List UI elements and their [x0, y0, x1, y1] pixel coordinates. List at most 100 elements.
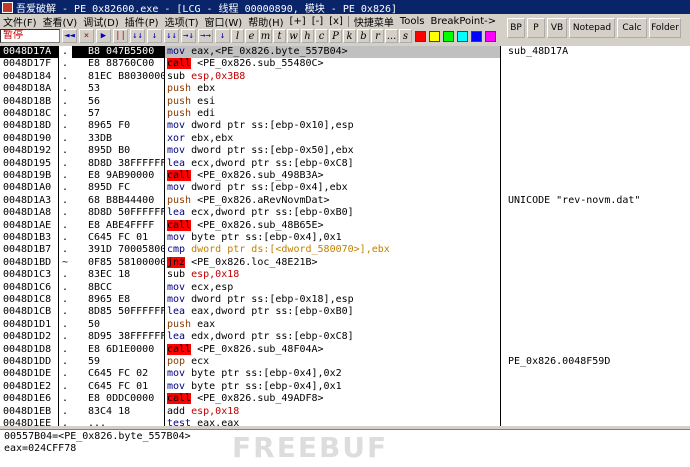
- references-window-button[interactable]: r: [371, 29, 384, 43]
- trace-over-icon[interactable]: →↓: [181, 29, 196, 43]
- trace-into-icon[interactable]: ↓↓: [164, 29, 179, 43]
- threads-window-button[interactable]: t: [273, 29, 286, 43]
- run-icon[interactable]: ▶: [96, 29, 111, 43]
- vb-button[interactable]: VB: [547, 18, 567, 38]
- instruction-mnemonic: mov: [167, 368, 186, 380]
- execute-till-return-icon[interactable]: →→: [198, 29, 213, 43]
- source-window-button[interactable]: s: [399, 29, 412, 43]
- color-green-square[interactable]: [443, 30, 454, 42]
- disasm-row[interactable]: 0048D195. 8D8D 38FFFFFF lea ecx,dword ptr …: [0, 158, 690, 170]
- disasm-row[interactable]: 0048D1B3. C645 FC 01 mov byte ptr ss:[ebp-…: [0, 232, 690, 244]
- disasm-row[interactable]: 0048D1EB. 83C4 18 add esp,0x18: [0, 406, 690, 418]
- disasm-row[interactable]: 0048D18A. 53 push ebx: [0, 83, 690, 95]
- mdi-restore-button[interactable]: [+]: [287, 16, 309, 27]
- patches-window-button[interactable]: P: [329, 29, 342, 43]
- mdi-close-button[interactable]: [x]: [326, 16, 346, 27]
- color-magenta-square[interactable]: [485, 30, 496, 42]
- disasm-row[interactable]: 0048D1E2. C645 FC 01 mov byte ptr ss:[ebp-…: [0, 381, 690, 393]
- instruction-operands: <PE_0x826.sub_48B65E>: [197, 219, 324, 231]
- disasm-row[interactable]: 0048D1E6. E8 0DDC0000 call <PE_0x826.sub_4…: [0, 393, 690, 405]
- instruction-operands: <PE_0x826.loc_48E21B>: [191, 256, 318, 268]
- disasm-row[interactable]: 0048D17A. B8 047B5500 mov eax,<PE_0x826.by…: [0, 46, 690, 59]
- call-stack-button[interactable]: k: [343, 29, 356, 43]
- disasm-row[interactable]: 0048D1A8. 8D8D 50FFFFFF lea ecx,dword ptr …: [0, 207, 690, 219]
- breakpoints-window-button[interactable]: b: [357, 29, 370, 43]
- instruction-address: 0048D1D1: [3, 318, 52, 330]
- windows-window-button[interactable]: w: [287, 29, 300, 43]
- instruction-bytes: 8D85 50FFFFFF: [88, 306, 164, 318]
- menu-tools[interactable]: Tools: [397, 16, 428, 27]
- modules-window-button[interactable]: e: [245, 29, 258, 43]
- color-blue-square[interactable]: [471, 30, 482, 42]
- instruction-address: 0048D184: [3, 70, 52, 82]
- disasm-row[interactable]: 0048D1A0. 895D FC mov dword ptr ss:[ebp-0x…: [0, 182, 690, 194]
- instruction-text: mov byte ptr ss:[ebp-0x4],0x1: [165, 232, 500, 244]
- disasm-row[interactable]: 0048D190. 33DB xor ebx,ebx: [0, 133, 690, 145]
- disasm-row[interactable]: 0048D1C6. 8BCC mov ecx,esp: [0, 282, 690, 294]
- calc-button[interactable]: Calc: [617, 18, 647, 38]
- menu-plugins[interactable]: 插件(P): [122, 14, 162, 29]
- instruction-comment: [502, 244, 690, 256]
- disasm-row[interactable]: 0048D1BD ~0F85 58100000 jnz <PE_0x826.loc_…: [0, 256, 690, 269]
- memory-window-button[interactable]: m: [259, 29, 272, 43]
- disasm-row[interactable]: 0048D1D8. E8 6D1E0000 call <PE_0x826.sub_4…: [0, 343, 690, 356]
- pause-icon[interactable]: ||: [113, 29, 128, 43]
- disasm-row[interactable]: 0048D1D2. 8D95 38FFFFFF lea edx,dword ptr …: [0, 331, 690, 343]
- jump-marker: .: [61, 232, 69, 243]
- disasm-row[interactable]: 0048D1EE.... test eax,eax: [0, 418, 690, 426]
- disasm-row[interactable]: 0048D18D. 8965 F0 mov dword ptr ss:[ebp-0x…: [0, 120, 690, 132]
- disassembly-pane[interactable]: 0048D17A. B8 047B5500 mov eax,<PE_0x826.by…: [0, 46, 690, 426]
- disasm-row[interactable]: 0048D17F. E8 88760C00 call <PE_0x826.sub_5…: [0, 58, 690, 70]
- disasm-row[interactable]: 0048D1C3. 83EC 18 sub esp,0x18: [0, 269, 690, 281]
- instruction-comment: [502, 294, 690, 306]
- run-trace-button[interactable]: ...: [385, 29, 398, 43]
- disasm-row[interactable]: 0048D1CB. 8D85 50FFFFFF lea eax,dword ptr …: [0, 306, 690, 318]
- menu-help[interactable]: 帮助(H): [245, 14, 286, 29]
- instruction-comment: [502, 108, 690, 120]
- step-over-icon[interactable]: ↓: [147, 29, 162, 43]
- menu-debug[interactable]: 调试(D): [80, 14, 122, 29]
- close-process-icon[interactable]: ×: [79, 29, 94, 43]
- instruction-bytes: 0F85 58100000: [88, 256, 164, 268]
- bp-button[interactable]: BP: [507, 18, 525, 38]
- cpu-window-button[interactable]: c: [315, 29, 328, 43]
- mdi-minimize-button[interactable]: [-]: [309, 16, 326, 27]
- instruction-address: 0048D18A: [3, 83, 52, 95]
- instruction-text: push ebx: [165, 83, 500, 95]
- folder-button[interactable]: Folder: [649, 18, 681, 38]
- disasm-row[interactable]: 0048D1D1. 50 push eax: [0, 319, 690, 331]
- disasm-row[interactable]: 0048D1B7. 391D 70005800 cmp dword ptr ds:[…: [0, 244, 690, 256]
- color-yellow-square[interactable]: [429, 30, 440, 42]
- disasm-row[interactable]: 0048D1AE. E8 ABE4FFFF call <PE_0x826.sub_4…: [0, 219, 690, 232]
- disasm-row[interactable]: 0048D192. 895D B0 mov dword ptr ss:[ebp-0x…: [0, 145, 690, 157]
- disasm-row[interactable]: 0048D184. 81EC B8030000 sub esp,0x3B8: [0, 71, 690, 83]
- handles-window-button[interactable]: h: [301, 29, 314, 43]
- notepad-button[interactable]: Notepad: [569, 18, 615, 38]
- step-into-icon[interactable]: ↓↓: [130, 29, 145, 43]
- disasm-row[interactable]: 0048D1DD. 59 pop ecx PE_0x826.0048F59D: [0, 356, 690, 368]
- menu-file[interactable]: 文件(F): [0, 14, 40, 29]
- disasm-row[interactable]: 0048D1A3. 68 B8B44400 push <PE_0x826.aRevN…: [0, 195, 690, 207]
- p-button[interactable]: P: [527, 18, 545, 38]
- disasm-row[interactable]: 0048D18B. 56 push esi: [0, 96, 690, 108]
- menu-view[interactable]: 查看(V): [40, 14, 81, 29]
- menu-window[interactable]: 窗口(W): [202, 14, 246, 29]
- disasm-row[interactable]: 0048D1C8. 8965 E8 mov dword ptr ss:[ebp-0x…: [0, 294, 690, 306]
- menu-options[interactable]: 选项(T): [162, 14, 202, 29]
- jump-marker: .: [61, 219, 69, 231]
- instruction-address: 0048D1BD: [3, 256, 52, 268]
- menu-shortcuts[interactable]: 快捷菜单: [351, 14, 397, 29]
- instruction-bytes: 8D8D 50FFFFFF: [88, 207, 164, 219]
- disasm-row[interactable]: 0048D19B. E8 9AB90000 call <PE_0x826.sub_4…: [0, 170, 690, 182]
- menu-breakpoint[interactable]: BreakPoint->: [428, 16, 500, 27]
- restart-icon[interactable]: ◄◄: [62, 29, 77, 43]
- disasm-row[interactable]: 0048D1DE. C645 FC 02 mov byte ptr ss:[ebp-…: [0, 368, 690, 380]
- color-cyan-square[interactable]: [457, 30, 468, 42]
- instruction-text: test eax,eax: [165, 418, 500, 426]
- instruction-address: 0048D1EB: [3, 405, 52, 417]
- instruction-bytes: 53: [88, 83, 101, 95]
- goto-icon[interactable]: ↓: [215, 29, 230, 43]
- color-red-square[interactable]: [415, 30, 426, 42]
- log-window-button[interactable]: l: [231, 29, 244, 43]
- disasm-row[interactable]: 0048D18C. 57 push edi: [0, 108, 690, 120]
